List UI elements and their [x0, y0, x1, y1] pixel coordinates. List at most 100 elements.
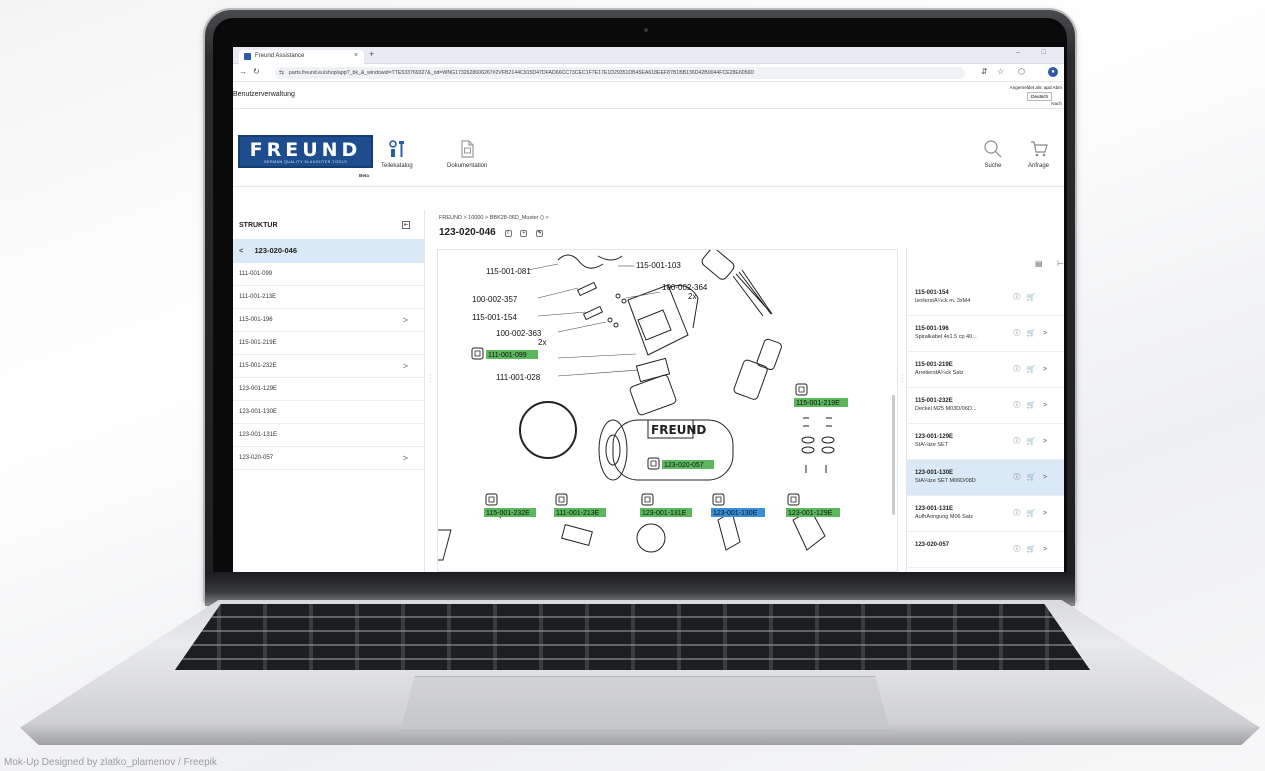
parts-list-item[interactable]: 123-001-129E StÃ¼tze SET ⓘ 🛒 > — [907, 424, 1064, 460]
url-field[interactable]: ⇆ parts.freund.eu/shop/app?_bk_&_windowi… — [275, 67, 965, 79]
info-icon[interactable]: ⓘ — [1010, 472, 1024, 482]
chevron-left-icon[interactable]: < — [239, 246, 243, 255]
parts-list-item[interactable]: 115-001-219E ArretierstÃ¼ck Satz ⓘ 🛒 > — [907, 352, 1064, 388]
part-tag[interactable]: 115-001-232E — [484, 493, 536, 517]
panel-splitter[interactable]: · · · — [901, 372, 903, 385]
sidebar-selected-item[interactable]: < 123-020-046 — [233, 239, 424, 263]
sidebar-item[interactable]: 115-001-196 > — [233, 309, 424, 332]
info-icon[interactable]: ⓘ — [1010, 328, 1024, 338]
info-icon[interactable]: ⓘ — [1010, 400, 1024, 410]
browser-tab[interactable]: Freund Assistance × — [239, 50, 364, 64]
sidebar-item[interactable]: 111-001-099 — [233, 263, 424, 286]
collapse-icon[interactable]: ⇤ — [402, 221, 410, 229]
drawing-label: 2x — [538, 338, 546, 347]
language-select[interactable]: Deutsch — [1027, 92, 1052, 101]
drawing-label: 2x — [688, 292, 696, 301]
zoom-in-icon — [555, 493, 568, 506]
part-tag[interactable]: 123-001-130E — [711, 493, 765, 517]
info-icon[interactable]: ⓘ — [1010, 544, 1024, 554]
user-management-link[interactable]: Benutzerverwaltung — [233, 91, 295, 98]
cart-icon[interactable]: 🛒 — [1024, 401, 1038, 409]
sidebar-item[interactable]: 123-001-130E — [233, 401, 424, 424]
search-button[interactable]: Suche — [983, 139, 1003, 169]
back-arrow-icon[interactable]: → — [239, 67, 247, 76]
zoom-in-icon — [712, 493, 725, 506]
sidebar-item[interactable]: 115-001-219E — [233, 332, 424, 355]
window-controls[interactable]: – □ — [1016, 49, 1056, 56]
cart-icon[interactable]: 🛒 — [1024, 545, 1038, 553]
chevron-right-icon[interactable]: > — [1038, 438, 1052, 445]
sidebar-item[interactable]: 111-001-213E — [233, 286, 424, 309]
chevron-right-icon[interactable]: > — [1038, 402, 1052, 409]
part-tag[interactable]: 111-001-099 — [471, 347, 538, 360]
sidebar-item[interactable]: 123-020-057 > — [233, 447, 424, 470]
chevron-right-icon[interactable]: > — [1038, 330, 1052, 337]
info-icon[interactable]: ⓘ — [1010, 292, 1024, 302]
profile-avatar-icon[interactable]: ● — [1048, 67, 1058, 77]
chevron-right-icon[interactable]: > — [1038, 510, 1052, 517]
reload-icon[interactable]: ↻ — [253, 67, 260, 76]
exploded-drawing[interactable]: FREUND 115-001-081 115-001-103 100-002-3… — [437, 249, 898, 572]
login-status[interactable]: Angemeldet als: apd Abm — [1010, 85, 1062, 90]
sidebar-splitter[interactable]: · · · — [429, 372, 431, 385]
drawing-label: 100-002-357 — [472, 295, 518, 304]
sidebar-item-label: 123-001-131E — [239, 432, 278, 438]
cart-icon[interactable]: 🛒 — [1024, 509, 1038, 517]
language-extra[interactable]: Nach — [1051, 101, 1062, 106]
cart-icon[interactable]: 🛒 — [1024, 293, 1038, 301]
cart-icon[interactable]: 🛒 — [1024, 329, 1038, 337]
info-icon[interactable]: i — [504, 230, 512, 237]
parts-list-item[interactable]: 123-001-130E StÃ¼tze SET M06D/08D ⓘ 🛒 > — [907, 460, 1064, 496]
part-description: StÃ¼tze SET — [915, 442, 949, 448]
parts-list-item[interactable]: 123-001-131E AufhÃ¤ngung M06 Satz ⓘ 🛒 > — [907, 496, 1064, 532]
info-icon[interactable]: ⓘ — [1010, 364, 1024, 374]
bookmark-star-icon[interactable]: ☆ — [997, 67, 1004, 76]
cart-icon[interactable]: 🛒 — [1024, 365, 1038, 373]
sidebar-item[interactable]: 115-001-232E > — [233, 355, 424, 378]
parts-list-item[interactable]: 115-001-154 IsolierstÃ¼ck m. 3xM4 ⓘ 🛒 — [907, 280, 1064, 316]
drawing-label: 115-001-103 — [636, 261, 681, 270]
part-tag[interactable]: 123-001-131E — [640, 493, 692, 517]
request-button[interactable]: Anfrage — [1028, 139, 1049, 169]
drawing-scrollbar[interactable] — [892, 395, 895, 515]
close-tab-icon[interactable]: × — [354, 52, 358, 59]
cart-icon[interactable]: 🛒 — [1024, 437, 1038, 445]
translate-icon[interactable]: ⇵ — [981, 67, 988, 76]
drawing-label: 100-002-364 — [662, 283, 708, 292]
mockup-credit: Mok-Up Designed by zlatko_plamenov / Fre… — [4, 757, 217, 768]
part-tag[interactable]: 115-001-219E — [794, 383, 848, 407]
chevron-right-icon[interactable]: > — [1038, 474, 1052, 481]
part-tag[interactable]: 123-001-129E — [786, 493, 840, 517]
info-icon[interactable]: ⓘ — [1010, 508, 1024, 518]
chevron-right-icon[interactable]: > — [1038, 366, 1052, 373]
parts-list-item[interactable]: 123-020-057 ⓘ 🛒 > — [907, 532, 1064, 568]
breadcrumb[interactable]: FREUND > 10000 > BBK28-06D_Muster () > — [439, 215, 549, 221]
info-icon[interactable]: ⓘ — [1010, 436, 1024, 446]
expand-icon[interactable]: ⊢ — [1057, 259, 1064, 268]
sidebar-item[interactable]: 123-001-129E — [233, 378, 424, 401]
part-tag[interactable]: 111-001-213E — [554, 493, 606, 517]
part-tag[interactable]: 123-020-057 — [647, 457, 714, 470]
svg-text:111-001-213E: 111-001-213E — [556, 510, 600, 517]
site-info-icon[interactable]: ⇆ — [279, 69, 284, 76]
chevron-right-icon[interactable]: > — [1038, 546, 1052, 553]
chevron-right-icon[interactable]: > — [403, 361, 408, 371]
sidebar-item[interactable]: 123-001-131E — [233, 424, 424, 447]
cart-icon[interactable]: 🛒 — [1024, 473, 1038, 481]
extensions-icon[interactable]: ⬡ — [1018, 67, 1025, 76]
zoom-in-icon — [485, 493, 498, 506]
edit-icon[interactable]: ✎ — [536, 230, 544, 237]
search-label: Suche — [984, 163, 1002, 169]
parts-list-item[interactable]: 115-001-232E Deckel M25 M03D/06D... ⓘ 🛒 > — [907, 388, 1064, 424]
zoom-in-icon — [795, 383, 808, 396]
tools-icon — [389, 140, 404, 157]
print-icon[interactable]: ▤ — [1035, 259, 1043, 268]
chevron-right-icon[interactable]: > — [403, 315, 408, 325]
parts-catalog-button[interactable]: Teilekatalog — [381, 139, 413, 169]
documentation-button[interactable]: Dokumentation — [447, 139, 487, 169]
parts-list-item[interactable]: 115-001-196 Spiralkabel 4x1.5 cp 40... ⓘ 🛒 > — [907, 316, 1064, 352]
freund-logo[interactable]: FREUND GERMAN QUALITY SLAUGHTER-TOOLS — [238, 135, 373, 168]
chevron-right-icon[interactable]: > — [403, 453, 408, 463]
add-icon[interactable]: + — [520, 230, 528, 237]
new-tab-icon[interactable]: + — [369, 49, 374, 59]
